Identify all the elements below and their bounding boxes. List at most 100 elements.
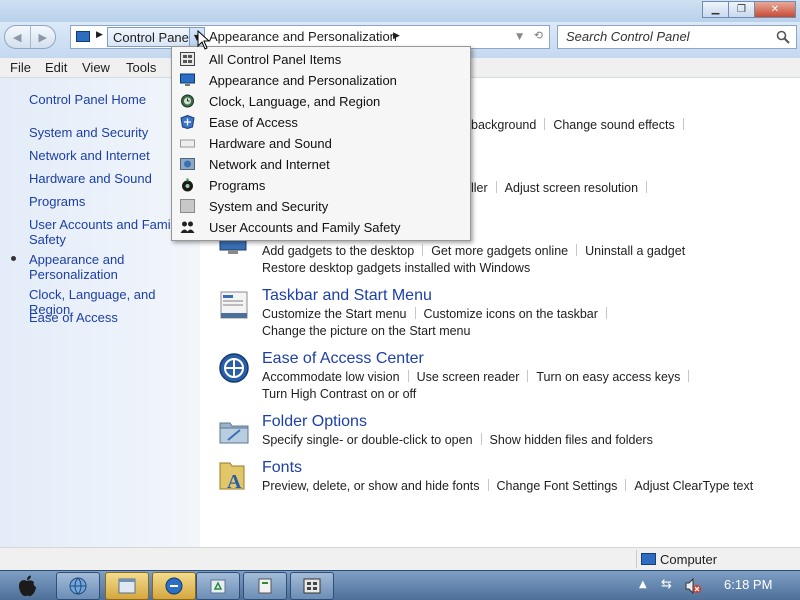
refresh-icon[interactable]: ⟲ [534, 29, 543, 42]
taskbar-control-panel-button[interactable] [290, 572, 334, 600]
minimize-button[interactable]: ▁ [702, 1, 729, 18]
forward-button[interactable]: ▶ [31, 26, 56, 48]
link-separator [646, 181, 648, 193]
taskbar-explorer-button[interactable] [105, 572, 149, 600]
dropdown-label: Clock, Language, and Region [209, 94, 381, 109]
taskbar-files-button[interactable] [243, 572, 287, 600]
menu-tools[interactable]: Tools [126, 60, 156, 75]
nav-item-hardware-sound[interactable]: Hardware and Sound [29, 171, 194, 186]
status-location: Computer [660, 552, 718, 567]
search-icon[interactable] [776, 30, 790, 44]
tray-expand-icon[interactable]: ▲ [639, 579, 647, 590]
dropdown-item-appearance[interactable]: Appearance and Personalization [172, 70, 470, 91]
dropdown-label: Ease of Access [209, 115, 298, 130]
dropdown-item-all-items[interactable]: All Control Panel Items [172, 49, 470, 70]
dropdown-label: Hardware and Sound [209, 136, 332, 151]
network-tray-icon[interactable]: ⇆ [661, 577, 672, 592]
search-input[interactable]: Search Control Panel [557, 25, 797, 49]
restore-gadgets-link[interactable]: Restore desktop gadgets installed with W… [262, 261, 530, 275]
use-screen-reader-link[interactable]: Use screen reader [417, 370, 520, 384]
dropdown-item-users[interactable]: User Accounts and Family Safety [172, 217, 470, 238]
change-background-link-partial[interactable]: background [471, 118, 536, 132]
maximize-button[interactable]: ❐ [728, 1, 755, 18]
nav-item-user-accounts[interactable]: User Accounts and Family Safety [29, 217, 194, 247]
display-link-partial[interactable]: ller [471, 181, 488, 195]
taskbar-start-menu-icon[interactable] [218, 289, 250, 321]
dropdown-item-clock[interactable]: Clock, Language, and Region [172, 91, 470, 112]
add-gadgets-link[interactable]: Add gadgets to the desktop [262, 244, 414, 258]
ease-links-line1: Accommodate low vision Use screen reader T… [262, 370, 697, 384]
back-forward-buttons: ◀ ▶ [4, 25, 56, 49]
taskbar-browser-button[interactable] [152, 572, 196, 600]
taskbar-recycle-button[interactable] [196, 572, 240, 600]
customize-taskbar-icons-link[interactable]: Customize icons on the taskbar [424, 307, 598, 321]
adjust-screen-resolution-link[interactable]: Adjust screen resolution [505, 181, 638, 195]
breadcrumb-appearance[interactable]: Appearance and Personalization [209, 29, 397, 44]
dropdown-label: Programs [209, 178, 266, 193]
gadgets-links-line1: Add gadgets to the desktop Get more gadge… [262, 244, 685, 258]
menu-file[interactable]: File [10, 60, 31, 75]
start-apple-icon[interactable] [14, 573, 40, 599]
menu-edit[interactable]: Edit [45, 60, 67, 75]
dropdown-item-system[interactable]: System and Security [172, 196, 470, 217]
close-button[interactable]: ✕ [754, 1, 796, 18]
fonts-folder-icon[interactable]: A [218, 459, 250, 491]
ease-links-line2: Turn High Contrast on or off [262, 387, 416, 401]
link-separator [625, 479, 627, 491]
nav-item-programs[interactable]: Programs [29, 194, 194, 209]
breadcrumb-control-panel[interactable]: Control Panel [107, 27, 198, 47]
nav-item-appearance-current[interactable]: Appearance and Personalization [29, 252, 149, 282]
get-more-gadgets-link[interactable]: Get more gadgets online [431, 244, 568, 258]
taskbar-start-menu-title[interactable]: Taskbar and Start Menu [262, 287, 432, 305]
nav-item-system-security[interactable]: System and Security [29, 125, 194, 140]
link-separator [527, 370, 529, 382]
dropdown-item-hardware[interactable]: Hardware and Sound [172, 133, 470, 154]
nav-item-ease-of-access[interactable]: Ease of Access [29, 310, 194, 325]
taskbar-links-line2: Change the picture on the Start menu [262, 324, 470, 338]
folder-options-title[interactable]: Folder Options [262, 413, 367, 431]
link-separator [605, 307, 607, 319]
fonts-title[interactable]: Fonts [262, 459, 302, 477]
dropdown-item-ease[interactable]: Ease of Access [172, 112, 470, 133]
title-bar: ▁ ❐ ✕ [0, 0, 800, 22]
dropdown-item-network[interactable]: Network and Internet [172, 154, 470, 175]
system-clock[interactable]: 6:18 PM [724, 577, 772, 592]
monitor-icon [180, 73, 195, 86]
users-icon [180, 221, 195, 233]
adjust-cleartype-link[interactable]: Adjust ClearType text [634, 479, 753, 493]
uninstall-gadget-link[interactable]: Uninstall a gadget [585, 244, 685, 258]
breadcrumb-arrow-icon[interactable]: ▶ [393, 31, 400, 41]
volume-muted-icon[interactable] [684, 577, 702, 595]
link-separator [576, 244, 578, 256]
single-double-click-link[interactable]: Specify single- or double-click to open [262, 433, 473, 447]
change-start-menu-picture-link[interactable]: Change the picture on the Start menu [262, 324, 470, 338]
minimize-icon: ▁ [711, 4, 720, 15]
control-panel-home-link[interactable]: Control Panel Home [29, 92, 194, 107]
customize-start-menu-link[interactable]: Customize the Start menu [262, 307, 407, 321]
breadcrumb-arrow-icon[interactable]: ▶ [96, 30, 103, 40]
dropdown-item-programs[interactable]: Programs [172, 175, 470, 196]
preview-fonts-link[interactable]: Preview, delete, or show and hide fonts [262, 479, 480, 493]
dropdown-label: All Control Panel Items [209, 52, 342, 67]
change-sound-effects-link[interactable]: Change sound effects [553, 118, 674, 132]
hardware-icon [180, 139, 195, 148]
back-button[interactable]: ◀ [5, 26, 31, 48]
control-panel-icon [180, 52, 195, 66]
ease-of-access-icon [180, 115, 195, 129]
system-icon [180, 199, 195, 213]
change-font-settings-link[interactable]: Change Font Settings [497, 479, 618, 493]
show-hidden-files-link[interactable]: Show hidden files and folders [490, 433, 653, 447]
left-navigation-pane: Control Panel Home System and Security N… [0, 78, 200, 547]
search-placeholder: Search Control Panel [566, 29, 690, 44]
nav-item-network-internet[interactable]: Network and Internet [29, 148, 194, 163]
menu-view[interactable]: View [82, 60, 110, 75]
ease-of-access-center-icon[interactable] [218, 352, 250, 384]
folder-links-line1: Specify single- or double-click to open S… [262, 433, 653, 447]
easy-access-keys-link[interactable]: Turn on easy access keys [536, 370, 680, 384]
ease-of-access-center-title[interactable]: Ease of Access Center [262, 350, 424, 368]
accommodate-low-vision-link[interactable]: Accommodate low vision [262, 370, 400, 384]
taskbar-globe-button[interactable] [56, 572, 100, 600]
folder-options-icon[interactable] [218, 415, 250, 447]
high-contrast-link[interactable]: Turn High Contrast on or off [262, 387, 416, 401]
address-history-dropdown-icon[interactable]: ▼ [516, 32, 523, 42]
